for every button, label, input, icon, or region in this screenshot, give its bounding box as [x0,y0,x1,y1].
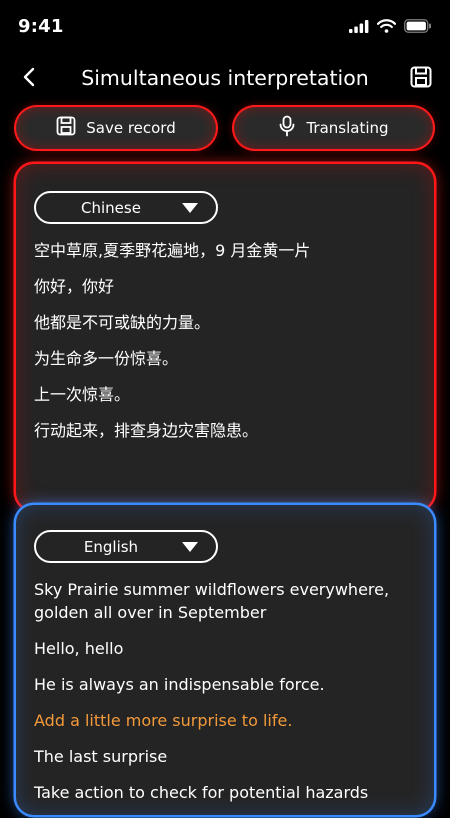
translating-label: Translating [306,119,389,137]
source-language-select[interactable]: Chinese [34,191,218,224]
translating-button[interactable]: Translating [234,107,433,149]
source-line: 你好，你好 [34,277,115,296]
target-line: Take action to check for potential hazar… [34,782,369,802]
signal-icon [349,18,369,37]
save-icon-button[interactable] [408,66,434,92]
microphone-icon [278,115,296,141]
source-line: 上一次惊喜。 [34,385,131,404]
source-line: 为生命多一份惊喜。 [34,349,179,368]
target-panel: English Sky Prairie summer wildflowers e… [16,505,434,815]
source-panel: Chinese 空中草原,夏季野花遍地，9 月金黄一片 你好，你好 他都是不可或… [16,164,434,510]
target-line: Hello, hello [34,638,124,658]
floppy-disk-icon [56,116,76,140]
target-language-select[interactable]: English [34,530,218,563]
status-bar: 9:41 [0,0,450,56]
nav-bar: Simultaneous interpretation [0,56,450,104]
target-line-highlighted: Add a little more surprise to life. [34,710,293,730]
status-icons [349,18,432,36]
target-language-label: English [83,537,139,556]
source-line: 他都是不可或缺的力量。 [34,313,211,332]
save-icon [410,66,432,92]
caret-down-icon [182,542,198,552]
battery-icon [404,18,432,37]
source-language-label: Chinese [81,198,141,217]
save-record-label: Save record [86,119,176,137]
target-line: The last surprise [34,746,168,766]
source-line: 空中草原,夏季野花遍地，9 月金黄一片 [34,241,311,260]
status-time: 9:41 [18,16,64,37]
source-line: 行动起来，排查身边灾害隐患。 [34,421,259,440]
target-text-list: Sky Prairie summer wildflowers everywher… [34,579,416,818]
target-line: Sky Prairie summer wildflowers everywher… [34,580,390,622]
caret-down-icon [182,203,198,213]
target-line: He is always an indispensable force. [34,674,325,694]
save-record-button[interactable]: Save record [16,107,216,149]
source-text-list: 空中草原,夏季野花遍地，9 月金黄一片 你好，你好 他都是不可或缺的力量。 为生… [34,240,416,456]
page-title: Simultaneous interpretation [81,66,369,90]
wifi-icon [376,18,397,37]
